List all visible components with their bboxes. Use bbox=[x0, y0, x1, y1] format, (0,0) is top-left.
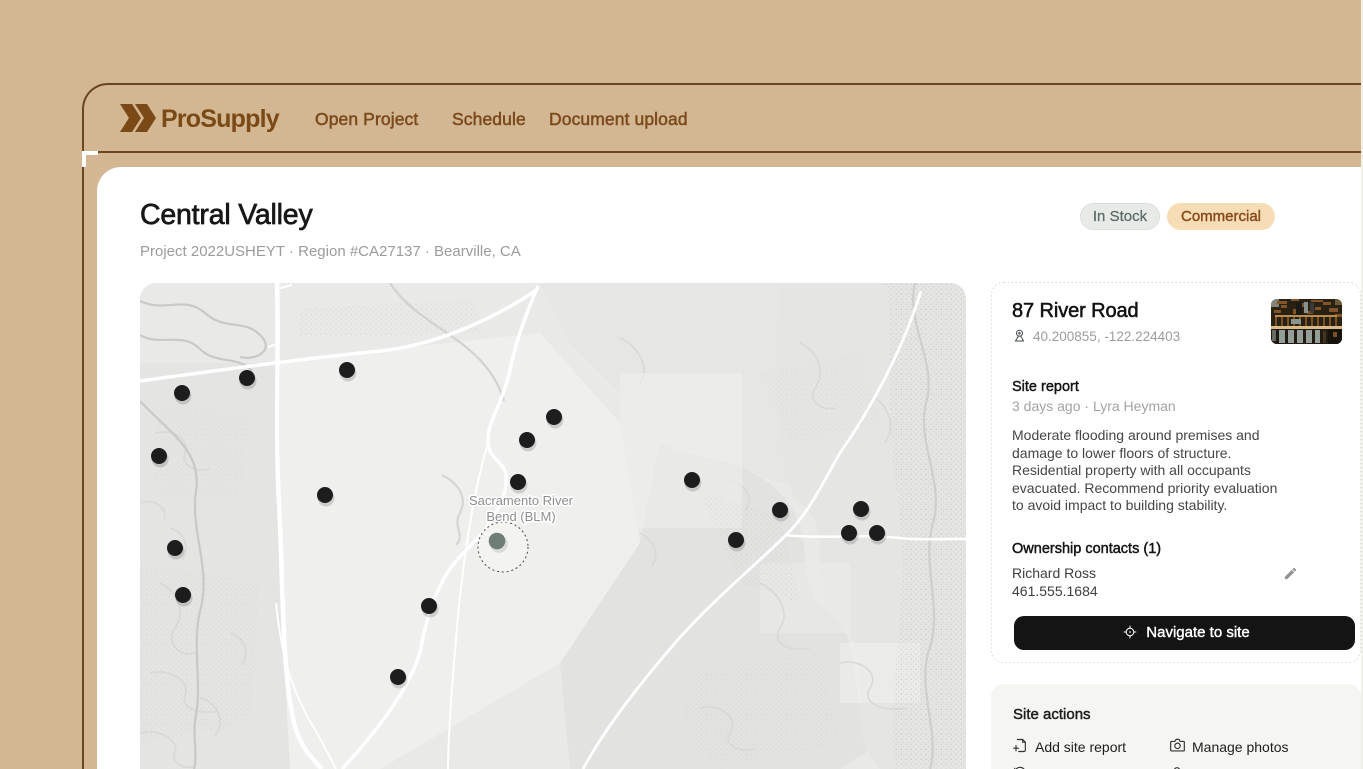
svg-text:ProSupply: ProSupply bbox=[161, 105, 280, 133]
svg-text:Sacramento River: Sacramento River bbox=[469, 493, 574, 508]
svg-text:Bend (BLM): Bend (BLM) bbox=[486, 509, 555, 524]
